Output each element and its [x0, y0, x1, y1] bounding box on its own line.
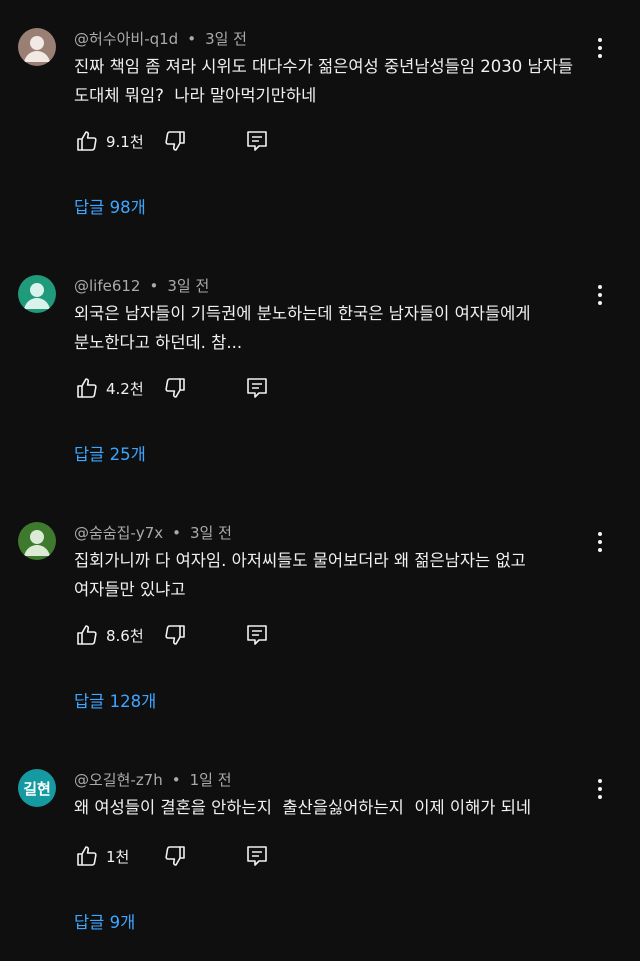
- timestamp[interactable]: 3일 전: [167, 277, 209, 295]
- like-count: 1천: [106, 847, 130, 866]
- author-name[interactable]: @life612: [74, 277, 140, 295]
- thumbs-up-icon[interactable]: [74, 128, 100, 154]
- reply-icon[interactable]: [244, 375, 270, 401]
- timestamp[interactable]: 1일 전: [190, 771, 232, 789]
- author-name[interactable]: @숨숨집-y7x: [74, 524, 163, 542]
- avatar-initials: 길현: [23, 779, 51, 798]
- view-replies-button[interactable]: 답글 98개: [74, 194, 146, 218]
- more-vertical-icon[interactable]: [588, 36, 612, 60]
- separator-dot: •: [149, 277, 159, 295]
- comment-item: @숨숨집-y7x • 3일 전 집회가니까 다 여자임. 아저씨들도 물어보더라 왜…: [0, 494, 640, 741]
- thumbs-down-icon[interactable]: [162, 622, 188, 648]
- timestamp[interactable]: 3일 전: [190, 524, 232, 542]
- comment-text: 집회가니까 다 여자임. 아저씨들도 물어보더라 왜 젊은남자는 없고 여자들만…: [74, 551, 526, 599]
- comment-meta: @숨숨집-y7x • 3일 전: [74, 522, 232, 543]
- default-avatar-icon: [24, 530, 50, 556]
- view-replies-button[interactable]: 답글 25개: [74, 441, 146, 465]
- separator-dot: •: [187, 30, 197, 48]
- author-name[interactable]: @오길현-z7h: [74, 771, 163, 789]
- comment-text: 진짜 책임 좀 져라 시위도 대다수가 젊은여성 중년남성들임 2030 남자들…: [74, 57, 574, 105]
- reply-icon[interactable]: [244, 843, 270, 869]
- more-vertical-icon[interactable]: [588, 777, 612, 801]
- comment-meta: @오길현-z7h • 1일 전: [74, 769, 232, 790]
- comment-actions: 1천: [74, 843, 270, 869]
- timestamp[interactable]: 3일 전: [205, 30, 247, 48]
- separator-dot: •: [172, 524, 181, 542]
- like-count: 4.2천: [106, 379, 144, 398]
- comment-list: @허수아비-q1d • 3일 전 진짜 책임 좀 져라 시위도 대다수가 젊은여성 …: [0, 0, 640, 961]
- default-avatar-icon: [24, 36, 50, 62]
- like-count: 9.1천: [106, 132, 144, 151]
- more-vertical-icon[interactable]: [588, 283, 612, 307]
- comment-item: @life612 • 3일 전 외국은 남자들이 기득권에 분노하는데 한국은 남자…: [0, 247, 640, 494]
- thumbs-up-icon[interactable]: [74, 375, 100, 401]
- thumbs-down-icon[interactable]: [162, 843, 188, 869]
- comment-item: 길현 @오길현-z7h • 1일 전 왜 여성들이 결혼을 안하는지 출산을싫어하는…: [0, 741, 640, 961]
- comment-text: 외국은 남자들이 기득권에 분노하는데 한국은 남자들이 여자들에게 분노한다고…: [74, 304, 531, 352]
- thumbs-up-icon[interactable]: [74, 843, 100, 869]
- avatar[interactable]: [18, 275, 56, 313]
- reply-icon[interactable]: [244, 128, 270, 154]
- more-vertical-icon[interactable]: [588, 530, 612, 554]
- avatar[interactable]: [18, 28, 56, 66]
- comment-meta: @life612 • 3일 전: [74, 275, 209, 296]
- comment-actions: 9.1천: [74, 128, 270, 154]
- comment-actions: 8.6천: [74, 622, 270, 648]
- reply-icon[interactable]: [244, 622, 270, 648]
- comment-meta: @허수아비-q1d • 3일 전: [74, 28, 247, 49]
- author-name[interactable]: @허수아비-q1d: [74, 30, 178, 48]
- avatar[interactable]: [18, 522, 56, 560]
- default-avatar-icon: [24, 283, 50, 309]
- view-replies-button[interactable]: 답글 9개: [74, 909, 135, 933]
- thumbs-up-icon[interactable]: [74, 622, 100, 648]
- like-count: 8.6천: [106, 626, 144, 645]
- thumbs-down-icon[interactable]: [162, 375, 188, 401]
- avatar[interactable]: 길현: [18, 769, 56, 807]
- separator-dot: •: [171, 771, 181, 789]
- comment-item: @허수아비-q1d • 3일 전 진짜 책임 좀 져라 시위도 대다수가 젊은여성 …: [0, 0, 640, 247]
- comment-text: 왜 여성들이 결혼을 안하는지 출산을싫어하는지 이제 이해가 되네: [74, 798, 532, 817]
- view-replies-button[interactable]: 답글 128개: [74, 688, 156, 712]
- thumbs-down-icon[interactable]: [162, 128, 188, 154]
- comment-actions: 4.2천: [74, 375, 270, 401]
